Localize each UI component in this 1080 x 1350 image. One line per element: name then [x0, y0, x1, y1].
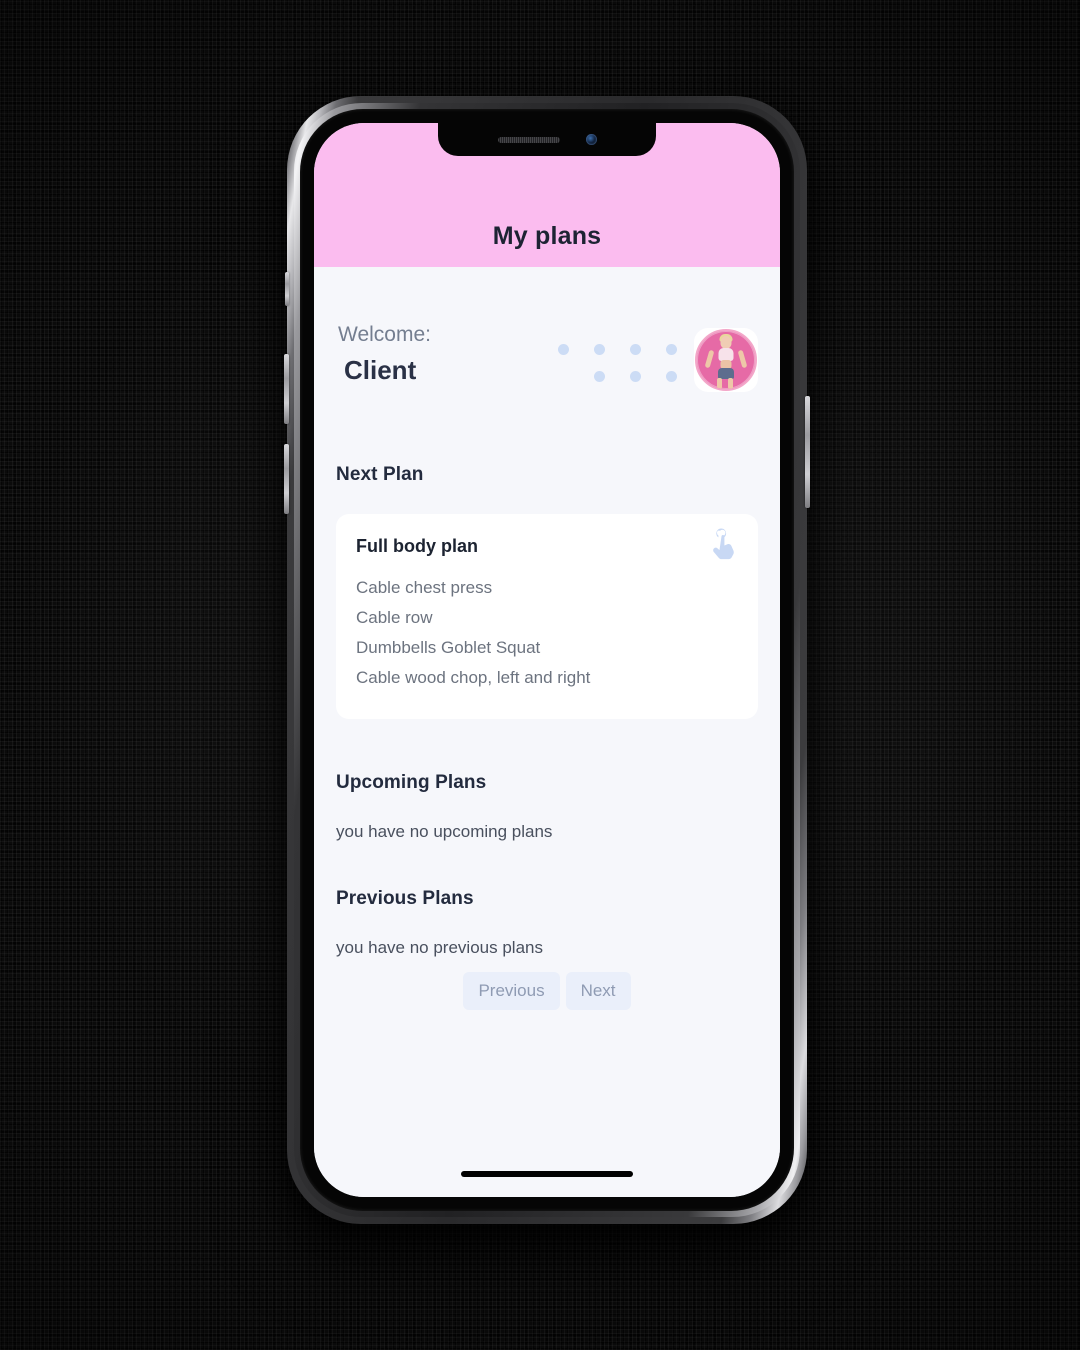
dot	[558, 344, 569, 355]
dot	[630, 344, 641, 355]
avatar-image	[695, 329, 757, 391]
section-heading-previous-plans: Previous Plans	[336, 887, 474, 909]
phone-screen: My plans Welcome: Client Next Plan Full …	[314, 123, 780, 1197]
page-title: My plans	[492, 222, 602, 250]
section-heading-upcoming-plans: Upcoming Plans	[336, 771, 487, 793]
avatar-cluster	[558, 328, 758, 392]
dot	[594, 371, 605, 382]
welcome-row: Welcome: Client	[336, 267, 758, 392]
avatar-figure-part	[704, 349, 715, 369]
power-button[interactable]	[805, 396, 810, 508]
exercise-item: Cable wood chop, left and right	[356, 667, 591, 687]
exercise-item: Dumbbells Goblet Squat	[356, 637, 541, 657]
previous-empty-state: you have no previous plans	[336, 937, 543, 957]
next-plan-card[interactable]: Full body plan Cable chest press Cable r…	[336, 514, 758, 719]
pagination-controls: Previous Next	[336, 971, 758, 1010]
dot	[666, 344, 677, 355]
dot	[630, 371, 641, 382]
home-indicator-bar[interactable]	[461, 1171, 633, 1177]
tap-gesture-icon[interactable]	[710, 528, 736, 560]
plan-title: Full body plan	[356, 536, 478, 556]
volume-down-button[interactable]	[284, 444, 289, 514]
app-body: Welcome: Client Next Plan Full body plan…	[314, 267, 780, 1197]
next-page-button[interactable]: Next	[565, 971, 631, 1010]
welcome-text-group: Welcome: Client	[336, 322, 431, 386]
silent-switch[interactable]	[285, 272, 289, 306]
upcoming-empty-state: you have no upcoming plans	[336, 821, 553, 841]
avatar-figure-part	[717, 378, 722, 389]
exercise-item: Cable chest press	[356, 578, 493, 597]
front-camera-icon	[585, 134, 597, 145]
decorative-dot-grid	[558, 336, 688, 384]
device-notch	[438, 123, 656, 156]
section-heading-next-plan: Next Plan	[336, 464, 424, 485]
previous-page-button[interactable]: Previous	[463, 971, 560, 1010]
welcome-label: Welcome:	[338, 323, 431, 346]
speaker-grille-icon	[497, 136, 560, 143]
dot	[666, 371, 677, 382]
dot	[594, 344, 605, 355]
avatar-figure-part	[728, 378, 733, 389]
volume-up-button[interactable]	[284, 354, 289, 424]
avatar-figure-part	[737, 349, 748, 369]
phone-device: My plans Welcome: Client Next Plan Full …	[284, 96, 810, 1224]
avatar[interactable]	[694, 328, 758, 392]
client-name: Client	[344, 355, 417, 386]
exercise-item: Cable row	[356, 607, 433, 627]
background-surface: My plans Welcome: Client Next Plan Full …	[0, 0, 1080, 1350]
